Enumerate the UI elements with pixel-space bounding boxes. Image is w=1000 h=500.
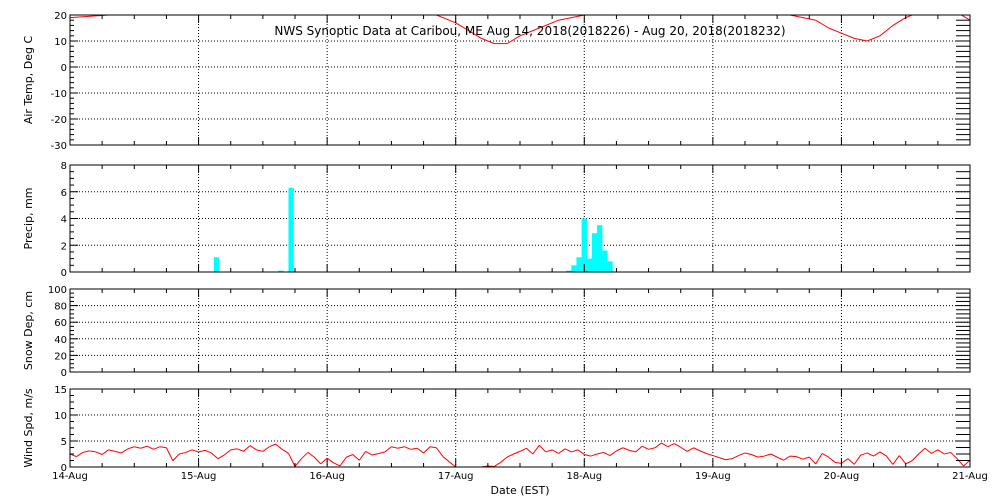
x-tick-label: 20-Aug: [824, 471, 860, 482]
precip-bar: [597, 225, 603, 272]
y-tick-label: 10: [54, 37, 67, 48]
y-tick-label: 20: [54, 11, 67, 22]
precip-bar: [591, 233, 598, 272]
precip-bar: [586, 258, 593, 272]
y-axis-label: Snow Dep, cm: [22, 291, 35, 370]
x-tick-label: 19-Aug: [695, 471, 731, 482]
precip-bar: [581, 218, 587, 272]
chart-svg: -30 -20 -10 0 10 20 Air Temp, Deg C 0 2 4 6 8 Precip…: [0, 0, 1000, 500]
precip-bar: [576, 257, 582, 272]
precip-bar: [288, 187, 294, 272]
y-tick-label: 20: [54, 351, 67, 362]
y-axis-label: Precip, mm: [22, 188, 35, 250]
y-tick-label: -10: [51, 89, 67, 100]
y-tick-label: 0: [61, 368, 67, 379]
y-tick-label: 5: [61, 437, 67, 448]
x-tick-label: 16-Aug: [309, 471, 345, 482]
y-axis-label: Wind Spd, m/s: [22, 388, 35, 468]
chart-title: NWS Synoptic Data at Caribou, ME Aug 14,…: [274, 24, 785, 38]
precip-bar: [607, 261, 613, 272]
y-tick-label: 15: [54, 385, 67, 396]
y-tick-label: -20: [51, 115, 67, 126]
x-tick-label: 21-Aug: [952, 471, 988, 482]
x-tick-label: 18-Aug: [566, 471, 602, 482]
y-tick-label: 60: [54, 318, 67, 329]
y-tick-label: 80: [54, 302, 67, 313]
y-tick-label: 6: [61, 188, 67, 199]
x-tick-label: 15-Aug: [181, 471, 217, 482]
y-tick-label: 2: [61, 241, 67, 252]
y-tick-label: 40: [54, 335, 67, 346]
precip-bar: [571, 265, 577, 272]
x-tick-label: 14-Aug: [52, 471, 88, 482]
y-tick-label: 8: [61, 161, 67, 172]
y-tick-label: 4: [61, 215, 67, 226]
wind-speed-line-segment: [487, 465, 495, 467]
y-tick-label: 0: [61, 268, 67, 279]
precip-bar: [213, 257, 220, 272]
y-tick-label: 100: [48, 285, 67, 296]
x-tick-label: 17-Aug: [438, 471, 474, 482]
precip-bar: [602, 250, 608, 272]
wind-speed-line-segment: [789, 455, 797, 458]
y-tick-label: 10: [54, 411, 67, 422]
x-axis-label: Date (EST): [490, 484, 549, 497]
y-axis-label: Air Temp, Deg C: [22, 36, 35, 125]
chart-background: [0, 0, 1000, 500]
chart-root: -30 -20 -10 0 10 20 Air Temp, Deg C 0 2 4 6 8 Precip…: [0, 0, 1000, 500]
y-tick-label: -30: [51, 141, 67, 152]
y-tick-label: 0: [61, 63, 67, 74]
